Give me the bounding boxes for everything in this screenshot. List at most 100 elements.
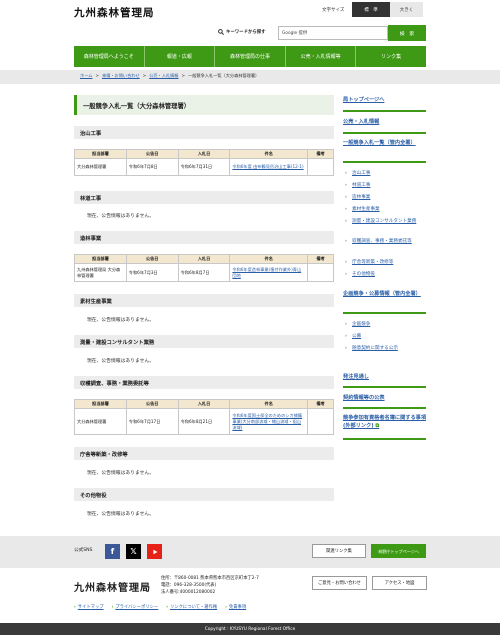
chevron-right-icon: › — [111, 605, 114, 610]
sidebar-item-label: 林道工事 — [352, 183, 371, 188]
font-size-large-button[interactable]: 大きく — [390, 2, 423, 17]
sidebar-divider — [343, 312, 426, 314]
sns-label: 公式SNS — [74, 548, 93, 553]
no-notice-text: 現在、公告情報はありません。 — [87, 214, 155, 219]
col-subject: 件名 — [229, 254, 309, 264]
sidebar-order-forecast[interactable]: 発注見通し — [343, 374, 426, 382]
breadcrumb-current: 一般競争入札一覧（大分森林管理署） — [188, 73, 260, 78]
col-dept: 担当部署 — [74, 254, 127, 264]
table-header-row: 担当部署 公告日 入札日 件名 備考 — [74, 254, 334, 264]
nav-work[interactable]: 森林管理局の仕事 — [215, 46, 286, 67]
table-row: 大分森林管理署 令和6年7月17日 令和6年8月21日 令和6年度国土保全のため… — [74, 408, 334, 435]
footer-link[interactable]: › 免責事項 — [225, 604, 246, 610]
contact-button[interactable]: ご意見・お問い合わせ — [312, 576, 367, 590]
sidebar-contract-info[interactable]: 契約情報等の公表 — [343, 395, 426, 403]
bid-table: 担当部署 公告日 入札日 件名 備考 大分森林管理署 令和6年7月8日 令和6年… — [74, 149, 334, 176]
cell-subject: 令和6年度 由布鶴見岳治山工事(12-1) — [229, 158, 309, 176]
breadcrumb-home[interactable]: ホーム — [80, 73, 92, 79]
cell-notice-date: 令和6年7月17日 — [125, 408, 179, 435]
nav-bids[interactable]: 公売・入札情報等 — [286, 46, 357, 67]
subject-link[interactable]: 令和6年度造林事業(植付作業外)青山団地 — [232, 267, 301, 278]
sidebar-public-sale[interactable]: 公売・入札情報 — [343, 119, 426, 127]
table-header-row: 担当部署 公告日 入札日 件名 備考 — [74, 149, 334, 159]
col-subject: 件名 — [229, 399, 309, 409]
sidebar-item[interactable]: › 測量・建設コンサルタント業務 — [345, 219, 424, 226]
no-notice-text: 現在、公告情報はありません。 — [87, 318, 155, 323]
chevron-right-icon: › — [166, 605, 169, 610]
footer-link-label: サイトマップ — [77, 605, 104, 610]
section-heading: 測量・建設コンサルタント業務 — [74, 335, 334, 348]
sidebar-divider — [343, 438, 426, 440]
chevron-right-icon: › — [345, 272, 347, 277]
sidebar-item[interactable]: › 治山工事 — [345, 171, 424, 178]
related-links-button[interactable]: 関連リンク集 — [312, 544, 366, 558]
col-bid-date: 入札日 — [177, 399, 231, 409]
chevron-right-icon: › — [345, 346, 347, 351]
sidebar-item[interactable]: › 企画競争 — [345, 322, 424, 329]
chevron-right-icon: › — [345, 171, 347, 176]
sidebar-item-label: 素材生産事業 — [352, 207, 380, 212]
search-button[interactable]: 検 索 — [388, 25, 426, 41]
sidebar-divider — [343, 386, 426, 388]
search-input[interactable]: Google 提供 — [278, 26, 388, 40]
sidebar-item[interactable]: › 林道工事 — [345, 183, 424, 190]
col-remarks: 備考 — [307, 149, 334, 159]
section-heading: 収穫調査、事務・業務委託等 — [74, 376, 334, 389]
cell-notice-date: 令和6年7月3日 — [125, 263, 179, 282]
site-logo[interactable]: 九州森林管理局 — [74, 5, 155, 20]
section-heading: 庁舎等新築・改修等 — [74, 447, 334, 460]
footer-address: 住所：〒860-0081 熊本県熊本市西区京町本丁2-7 電話：096-328-… — [161, 575, 259, 596]
sidebar-qualified-link[interactable]: 競争参加有資格者名簿に関する事項(外部リンク) ⧉ — [343, 415, 426, 430]
breadcrumb-bids[interactable]: 公売・入札情報 — [149, 73, 178, 79]
sidebar-item[interactable]: › 造林事業 — [345, 195, 424, 202]
breadcrumb-sep: > — [95, 73, 99, 78]
subject-link[interactable]: 令和6年度国土保全のためのシカ捕獲事業(大分南部流域・緒山流域・祖山流域) — [232, 413, 302, 430]
global-nav: 森林管理局へようこそ 報道・広報 森林管理局の仕事 公売・入札情報等 リンク集 — [74, 46, 426, 67]
sidebar-item[interactable]: › 収穫調査、事務・業務委託等 — [345, 239, 424, 246]
nav-links[interactable]: リンク集 — [356, 46, 426, 67]
footer-link-label: リンクについて・著作権 — [170, 605, 218, 610]
x-icon[interactable]: 𝕏 — [126, 544, 141, 559]
sidebar-item-label: 庁舎等新築・改修等 — [352, 260, 394, 265]
chevron-right-icon: › — [345, 260, 347, 265]
access-map-button[interactable]: アクセス・地図 — [372, 576, 427, 590]
sidebar-item[interactable]: › 随意契約に関する公示 — [345, 346, 424, 353]
nav-press[interactable]: 報道・広報 — [145, 46, 216, 67]
chevron-right-icon: › — [345, 219, 347, 224]
footer-logo[interactable]: 九州森林管理局 — [74, 579, 151, 594]
col-dept: 担当部署 — [74, 149, 127, 159]
sidebar-divider — [343, 110, 426, 112]
font-size-standard-button[interactable]: 標 準 — [352, 2, 390, 17]
footer-link[interactable]: › サイトマップ — [74, 604, 104, 610]
cell-dept: 九州森林管理局 大分森林管理署 — [74, 263, 127, 282]
col-subject: 件名 — [229, 149, 309, 159]
youtube-icon[interactable] — [147, 544, 162, 559]
cell-bid-date: 令和6年8月7日 — [177, 263, 231, 282]
breadcrumb-contact[interactable]: 来場・お問い合わせ — [102, 73, 140, 79]
sidebar-item-label: 造林事業 — [352, 195, 371, 200]
footer-link[interactable]: › リンクについて・著作権 — [166, 604, 217, 610]
sidebar-item-label: 企画競争 — [352, 322, 371, 327]
nav-welcome[interactable]: 森林管理局へようこそ — [74, 46, 145, 67]
sidebar-item[interactable]: › 公募 — [345, 334, 424, 341]
cell-bid-date: 令和6年7月31日 — [177, 158, 231, 176]
sidebar-planning-head[interactable]: 企画競争・公募情報（管内全署） — [343, 291, 426, 299]
col-notice-date: 公告日 — [125, 149, 179, 159]
chevron-right-icon: › — [345, 239, 347, 244]
subject-link[interactable]: 令和6年度 由布鶴見岳治山工事(12-1) — [232, 164, 303, 169]
forest-agency-top-button[interactable]: 林野庁トップページへ — [371, 544, 426, 558]
sidebar-item[interactable]: › 庁舎等新築・改修等 — [345, 260, 424, 267]
col-dept: 担当部署 — [74, 399, 127, 409]
phone-line: 電話：096-328-3500(代表) — [161, 583, 217, 588]
col-bid-date: 入札日 — [177, 254, 231, 264]
cell-bid-date: 令和6年8月21日 — [177, 408, 231, 435]
no-notice-text: 現在、公告情報はありません。 — [87, 359, 155, 364]
sidebar-competitive-list[interactable]: 一般競争入札一覧（管内全署） — [343, 140, 426, 148]
copyright: Copyright : KYUSYU Regional Forest Offic… — [0, 623, 500, 635]
sidebar-item[interactable]: › その他物役 — [345, 272, 424, 279]
footer-link[interactable]: › プライバシーポリシー — [112, 604, 159, 610]
cell-subject: 令和6年度造林事業(植付作業外)青山団地 — [229, 263, 309, 282]
facebook-icon[interactable]: f — [105, 544, 120, 559]
sidebar-item[interactable]: › 素材生産事業 — [345, 207, 424, 214]
sidebar-top-page[interactable]: 局トップページへ — [343, 97, 426, 105]
